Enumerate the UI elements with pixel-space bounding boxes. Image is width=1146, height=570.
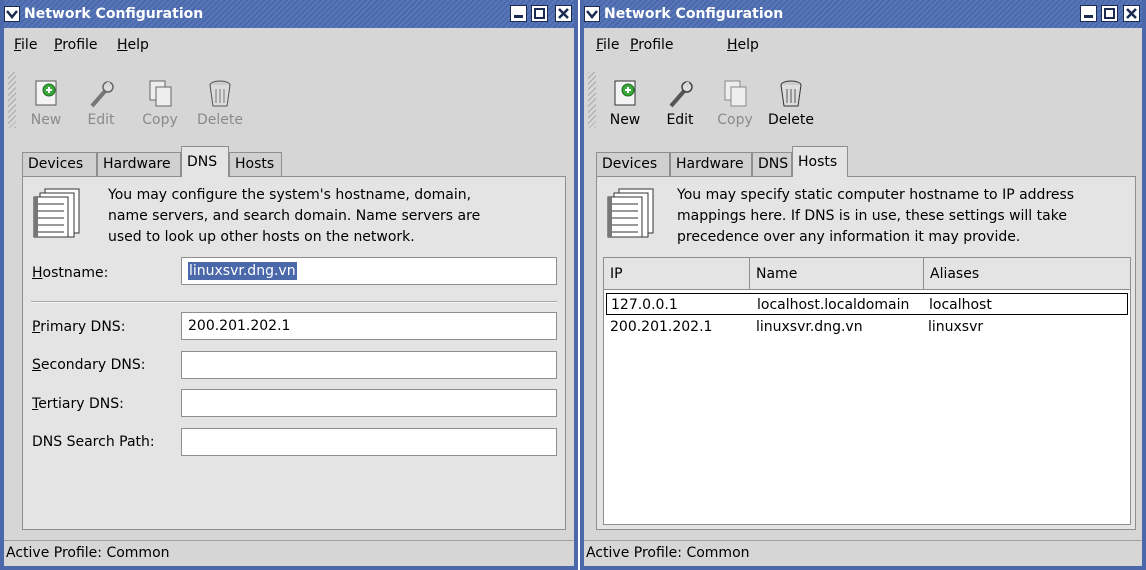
- primary-dns-field[interactable]: 200.201.202.1: [181, 312, 557, 340]
- new-icon: [614, 80, 636, 106]
- primary-dns-label: Primary DNS:: [32, 319, 126, 335]
- tab-devices[interactable]: Devices: [22, 152, 97, 176]
- menu-file[interactable]: File: [14, 37, 37, 53]
- title-bar[interactable]: Network Configuration: [0, 0, 578, 28]
- cell-aliases: localhost: [929, 297, 992, 313]
- title-bar[interactable]: Network Configuration: [580, 0, 1146, 28]
- copy-button[interactable]: Copy: [708, 78, 762, 128]
- maximize-icon[interactable]: [531, 5, 548, 22]
- tertiary-dns-label: Tertiary DNS:: [32, 396, 124, 412]
- window-frame-bottom[interactable]: [580, 566, 1146, 570]
- hostname-label: Hostname:: [32, 265, 109, 281]
- minimize-icon[interactable]: [510, 5, 527, 22]
- network-config-window-hosts: Network Configuration File Profile Help …: [580, 0, 1146, 570]
- status-text: Active Profile: Common: [586, 545, 750, 561]
- window-frame-left[interactable]: [0, 0, 4, 570]
- hosts-info-text: You may specify static computer hostname…: [677, 187, 1075, 245]
- tab-hosts[interactable]: Hosts: [792, 146, 848, 177]
- dns-info-text: You may configure the system's hostname,…: [108, 187, 481, 245]
- close-icon[interactable]: [1123, 5, 1140, 22]
- address-book-icon: [607, 188, 654, 238]
- tab-devices[interactable]: Devices: [596, 152, 670, 176]
- trash-icon: [780, 80, 802, 107]
- column-header-aliases[interactable]: Aliases: [924, 258, 1130, 290]
- cell-ip: 200.201.202.1: [610, 319, 713, 335]
- menu-file[interactable]: File: [596, 37, 619, 53]
- delete-button[interactable]: Delete: [764, 78, 818, 128]
- dns-panel: You may configure the system's hostname,…: [22, 176, 566, 530]
- toolbar-grip[interactable]: [8, 72, 16, 128]
- window-menu-icon[interactable]: [584, 6, 600, 22]
- address-book-icon: [33, 188, 80, 238]
- edit-button[interactable]: Edit: [74, 78, 128, 128]
- table-row[interactable]: 127.0.0.1 localhost.localdomain localhos…: [606, 293, 1128, 315]
- cell-name: localhost.localdomain: [757, 297, 910, 313]
- separator: [31, 301, 557, 303]
- close-icon[interactable]: [555, 5, 572, 22]
- maximize-icon[interactable]: [1101, 5, 1118, 22]
- trash-icon: [209, 80, 231, 107]
- window-frame-right[interactable]: [1142, 0, 1146, 570]
- wrench-icon: [90, 81, 114, 108]
- window-frame-right[interactable]: [574, 0, 578, 570]
- column-header-name[interactable]: Name: [750, 258, 924, 290]
- menu-bar: File Profile Help: [0, 30, 578, 60]
- dns-search-path-field[interactable]: [181, 428, 557, 456]
- tab-hardware[interactable]: Hardware: [670, 152, 752, 176]
- network-config-window-dns: Network Configuration File Profile Help …: [0, 0, 578, 570]
- table-row[interactable]: 200.201.202.1 linuxsvr.dng.vn linuxsvr: [606, 316, 1128, 338]
- toolbar: New Edit Copy Delete: [0, 62, 578, 142]
- hosts-panel: You may specify static computer hostname…: [596, 176, 1136, 530]
- menu-bar: File Profile Help: [580, 30, 1146, 60]
- cell-ip: 127.0.0.1: [611, 297, 678, 313]
- tab-hardware[interactable]: Hardware: [97, 152, 181, 176]
- window-frame-bottom[interactable]: [0, 566, 578, 570]
- menu-help[interactable]: Help: [727, 37, 759, 53]
- status-text: Active Profile: Common: [6, 545, 170, 561]
- toolbar-grip[interactable]: [588, 72, 596, 128]
- window-frame-left[interactable]: [580, 0, 584, 570]
- minimize-icon[interactable]: [1080, 5, 1097, 22]
- copy-icon: [149, 80, 172, 107]
- menu-help[interactable]: Help: [117, 37, 149, 53]
- column-header-ip[interactable]: IP: [604, 258, 750, 290]
- menu-profile[interactable]: Profile: [630, 37, 674, 53]
- edit-button[interactable]: Edit: [653, 78, 707, 128]
- window-title: Network Configuration: [604, 6, 784, 22]
- tab-hosts[interactable]: Hosts: [229, 152, 282, 176]
- new-button[interactable]: New: [19, 78, 73, 128]
- new-icon: [35, 80, 57, 106]
- cell-name: linuxsvr.dng.vn: [756, 319, 863, 335]
- tab-dns[interactable]: DNS: [181, 146, 229, 177]
- secondary-dns-field[interactable]: [181, 351, 557, 379]
- delete-button[interactable]: Delete: [193, 78, 247, 128]
- new-button[interactable]: New: [598, 78, 652, 128]
- secondary-dns-label: Secondary DNS:: [32, 357, 146, 373]
- hosts-table: IP Name Aliases 127.0.0.1 localhost.loca…: [603, 257, 1131, 525]
- wrench-icon: [669, 81, 693, 108]
- toolbar: New Edit Copy Delete: [580, 62, 1146, 142]
- window-title: Network Configuration: [24, 6, 204, 22]
- hostname-field[interactable]: linuxsvr.dng.vn: [181, 257, 557, 285]
- copy-button[interactable]: Copy: [133, 78, 187, 128]
- dns-search-path-label: DNS Search Path:: [32, 434, 155, 450]
- tertiary-dns-field[interactable]: [181, 389, 557, 417]
- tab-dns[interactable]: DNS: [752, 152, 792, 176]
- cell-aliases: linuxsvr: [928, 319, 984, 335]
- window-menu-icon[interactable]: [4, 6, 20, 22]
- menu-profile[interactable]: Profile: [54, 37, 98, 53]
- copy-icon: [724, 80, 747, 107]
